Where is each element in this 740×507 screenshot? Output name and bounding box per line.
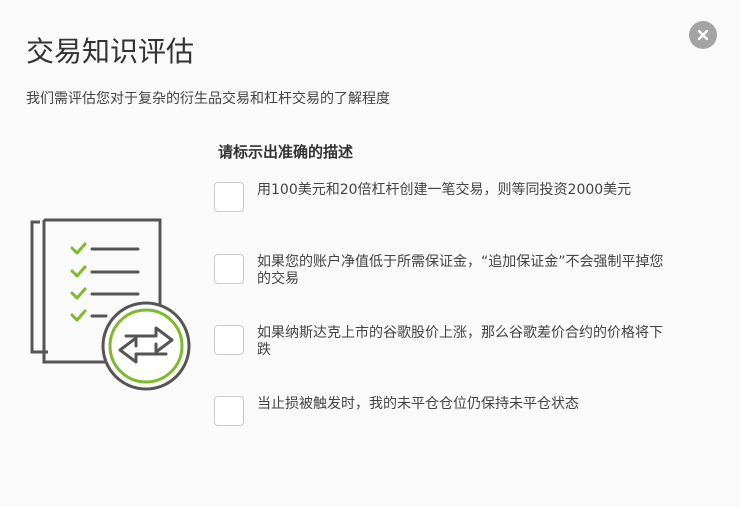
option-2[interactable]: 如果您的账户净值低于所需保证金，“追加保证金”不会强制平掉您的交易 bbox=[214, 254, 694, 288]
modal-title: 交易知识评估 bbox=[26, 35, 195, 68]
option-label: 如果您的账户净值低于所需保证金，“追加保证金”不会强制平掉您的交易 bbox=[257, 254, 664, 287]
option-1[interactable]: 用100美元和20倍杠杆创建一笔交易，则等同投资2000美元 bbox=[214, 182, 694, 212]
option-label: 当止损被触发时，我的未平仓仓位仍保持未平仓状态 bbox=[257, 396, 579, 412]
option-checkbox[interactable] bbox=[214, 254, 244, 284]
question-prompt: 请标示出准确的描述 bbox=[218, 143, 354, 161]
option-label: 如果纳斯达克上市的谷歌股价上涨，那么谷歌差价合约的价格将下跌 bbox=[257, 325, 663, 358]
option-checkbox[interactable] bbox=[214, 396, 244, 426]
option-checkbox[interactable] bbox=[214, 182, 244, 212]
option-label: 用100美元和20倍杠杆创建一笔交易，则等同投资2000美元 bbox=[257, 182, 632, 198]
knowledge-assessment-modal: 交易知识评估 我们需评估您对于复杂的衍生品交易和杠杆交易的了解程度 请标示出准确… bbox=[0, 0, 740, 507]
checklist-exchange-icon bbox=[28, 218, 198, 398]
option-4[interactable]: 当止损被触发时，我的未平仓仓位仍保持未平仓状态 bbox=[214, 396, 694, 426]
close-icon bbox=[697, 29, 709, 41]
option-3[interactable]: 如果纳斯达克上市的谷歌股价上涨，那么谷歌差价合约的价格将下跌 bbox=[214, 325, 694, 359]
option-checkbox[interactable] bbox=[214, 325, 244, 355]
modal-subtitle: 我们需评估您对于复杂的衍生品交易和杠杆交易的了解程度 bbox=[26, 91, 390, 107]
close-button[interactable] bbox=[689, 21, 717, 49]
